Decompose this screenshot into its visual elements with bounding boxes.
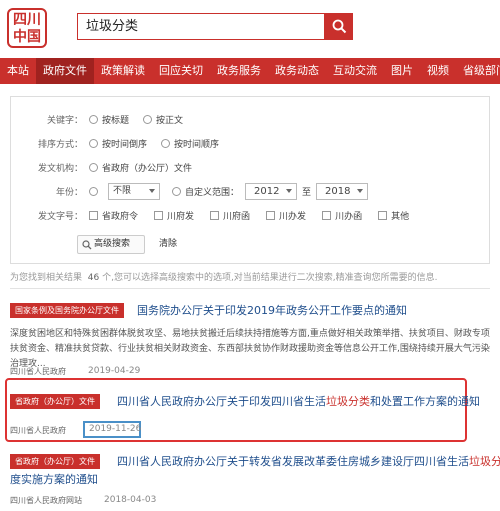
advanced-search-button[interactable]: 高级搜索 [77, 235, 145, 254]
nav-item-active[interactable]: 政府文件 [36, 58, 94, 84]
result-title-link[interactable]: 四川省人民政府办公厅关于印发四川省生活垃圾分类和处置工作方案的通知 [117, 393, 480, 409]
nav-item[interactable]: 政务动态 [268, 58, 326, 84]
nav-item[interactable]: 政策解读 [94, 58, 152, 84]
chevron-down-icon [149, 188, 155, 193]
main-nav: 本站 政府文件 政策解读 回应关切 政务服务 政务动态 互动交流 图片 视频 省… [0, 58, 500, 84]
chevron-down-icon [357, 188, 364, 193]
year-any-radio[interactable] [89, 186, 98, 196]
year-from-select[interactable]: 2012 [245, 182, 298, 200]
sort-asc-option[interactable]: 按时间顺序 [161, 137, 219, 150]
search-icon [332, 19, 347, 34]
docno-option[interactable]: 川府发 [154, 209, 194, 222]
docno-row: 发文字号： 省政府令 川府发 川府函 川办发 川办函 其他 [11, 205, 423, 225]
year-select[interactable]: 不限 [108, 182, 160, 200]
year-to-select[interactable]: 2018 [316, 182, 369, 200]
nav-item[interactable]: 视频 [420, 58, 456, 84]
keyword-highlight: 垃圾分类 [469, 455, 500, 468]
nav-item[interactable]: 图片 [384, 58, 420, 84]
custom-range-option[interactable]: 自定义范围： [172, 185, 239, 198]
org-label: 发文机构： [37, 163, 83, 174]
result-date: 2019-11-26 [89, 424, 142, 434]
doc-type-tag: 省政府（办公厅）文件 [10, 454, 100, 469]
site-logo[interactable]: 四川 中国 [7, 8, 47, 48]
nav-item[interactable]: 互动交流 [326, 58, 384, 84]
filter-panel: 关键字： 按标题 按正文 排序方式： 按时间倒序 按时间顺序 发文机构： 省政府… [10, 96, 490, 264]
chevron-down-icon [286, 188, 293, 193]
divider [10, 288, 490, 289]
year-row: 年份： 不限 自定义范围： 2012 至 2018 [11, 181, 369, 201]
docno-option[interactable]: 川办发 [266, 209, 306, 222]
docno-option[interactable]: 川府函 [210, 209, 250, 222]
result-source: 四川省人民政府网站 [10, 496, 82, 505]
docno-option[interactable]: 省政府令 [89, 209, 138, 222]
result-count: 46 [87, 273, 100, 283]
clear-button[interactable]: 清除 [159, 235, 177, 254]
result-summary: 为您找到相关结果 46 个,您可以选择高级搜索中的选项,对当前结果进行二次搜索,… [10, 273, 438, 283]
result-title-link[interactable]: 国务院办公厅关于印发2019年政务公开工作要点的通知 [137, 302, 407, 318]
docno-option[interactable]: 其他 [378, 209, 409, 222]
result-title-link-line2[interactable]: 度实施方案的通知 [10, 471, 98, 487]
result-date: 2019-04-29 [88, 366, 141, 376]
keyword-row: 关键字： 按标题 按正文 [11, 109, 197, 129]
site-header: 四川 中国 垃圾分类 [0, 0, 500, 58]
keyword-title-option[interactable]: 按标题 [89, 113, 129, 126]
keyword-label: 关键字： [46, 115, 83, 126]
docno-option[interactable]: 川办函 [322, 209, 362, 222]
sort-desc-option[interactable]: 按时间倒序 [89, 137, 147, 150]
result-snippet: 深度贫困地区和特殊贫困群体脱贫攻坚、易地扶贫搬迁后续扶持措施等方面,重点做好相关… [10, 329, 490, 369]
search-button[interactable] [325, 13, 353, 40]
nav-item[interactable]: 本站 [0, 58, 36, 84]
nav-item[interactable]: 政务服务 [210, 58, 268, 84]
year-label: 年份： [55, 187, 83, 198]
range-separator: 至 [302, 187, 312, 198]
result-source: 四川省人民政府 [10, 426, 66, 435]
keyword-highlight: 垃圾分类 [326, 395, 370, 408]
sort-row: 排序方式： 按时间倒序 按时间顺序 [11, 133, 233, 153]
nav-item[interactable]: 省级部门 [456, 58, 500, 84]
result-date: 2018-04-03 [104, 495, 157, 505]
search-input[interactable]: 垃圾分类 [77, 13, 325, 40]
search-icon [82, 240, 92, 250]
org-row: 发文机构： 省政府（办公厅）文件 [11, 157, 206, 177]
docno-label: 发文字号： [37, 211, 83, 222]
doc-type-tag: 国家条例及国务院办公厅文件 [10, 303, 124, 318]
highlight-box [5, 378, 467, 442]
keyword-body-option[interactable]: 按正文 [143, 113, 183, 126]
org-option[interactable]: 省政府（办公厅）文件 [89, 161, 192, 174]
sort-label: 排序方式： [37, 139, 83, 150]
doc-type-tag: 省政府（办公厅）文件 [10, 394, 100, 409]
nav-item[interactable]: 回应关切 [152, 58, 210, 84]
result-source: 四川省人民政府 [10, 367, 66, 376]
result-title-link[interactable]: 四川省人民政府办公厅关于转发省发展改革委住房城乡建设厅四川省生活垃圾分类制 [117, 453, 500, 469]
